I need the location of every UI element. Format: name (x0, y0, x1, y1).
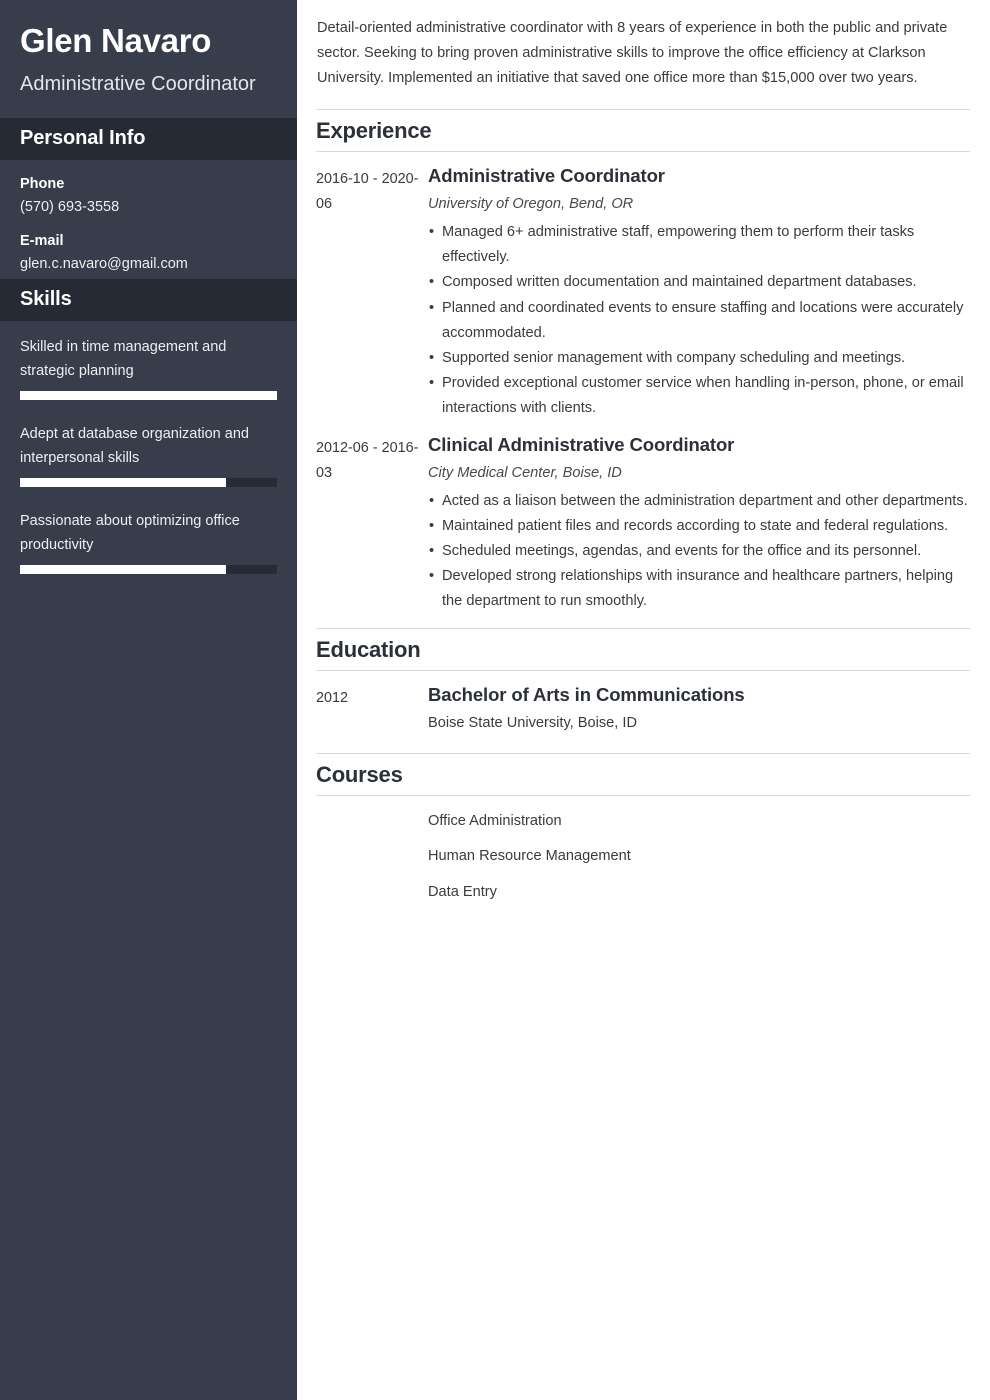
entry-bullets: Acted as a liaison between the administr… (428, 489, 970, 614)
contact-value-phone[interactable]: (570) 693-3558 (20, 198, 277, 218)
skill-label: Skilled in time management and strategic… (20, 338, 227, 379)
entry-dates: 2016-10 - 2020-06 (316, 171, 419, 213)
bullet-item: Developed strong relationships with insu… (428, 564, 970, 614)
skill-level-track (20, 565, 277, 575)
skill-level-track (20, 477, 277, 487)
skill-level-fill (20, 565, 226, 575)
entry-title: Clinical Administrative Coordinator (428, 433, 735, 455)
entry-dates: 2012-06 - 2016-03 (316, 439, 419, 481)
entry-title: Administrative Coordinator (428, 165, 665, 187)
bullet-item: Supported senior management with company… (428, 346, 970, 371)
candidate-name: Glen Navaro (20, 22, 212, 59)
course-name: Office Administration (428, 813, 562, 830)
experience-entry: 2016-10 - 2020-06 Administrative Coordin… (316, 164, 970, 421)
section-experience: Experience 2016-10 - 2020-06 Administrat… (316, 109, 970, 614)
skill-item: Passionate about optimizing office produ… (20, 509, 277, 575)
bullet-item: Acted as a liaison between the administr… (428, 489, 970, 514)
bullet-item: Composed written documentation and maint… (428, 270, 970, 295)
education-entry: 2012 Bachelor of Arts in Communications … (316, 683, 970, 739)
section-education: Education 2012 Bachelor of Arts in Commu… (316, 628, 970, 739)
section-title-courses: Courses (316, 762, 403, 788)
skills-body: Skilled in time management and strategic… (0, 321, 297, 578)
course-row: Data Entry (316, 880, 970, 905)
bullet-item: Scheduled meetings, agendas, and events … (428, 539, 970, 564)
experience-entry: 2012-06 - 2016-03 Clinical Administrativ… (316, 433, 970, 614)
entry-degree: Bachelor of Arts in Communications (428, 684, 745, 706)
skill-label: Adept at database organization and inter… (20, 425, 249, 466)
entry-company: City Medical Center, Boise, ID (428, 465, 622, 482)
contact-value-email[interactable]: glen.c.navaro@gmail.com (20, 255, 277, 275)
skill-level-fill (20, 477, 226, 487)
main-content: Detail-oriented administrative coordinat… (297, 0, 990, 1400)
course-row: Office Administration (316, 809, 970, 834)
bullet-item: Planned and coordinated events to ensure… (428, 296, 970, 346)
course-name: Data Entry (428, 883, 497, 900)
entry-company: University of Oregon, Bend, OR (428, 196, 634, 213)
contact-field-email: E-mail glen.c.navaro@gmail.com (20, 233, 277, 275)
sidebar: Glen Navaro Administrative Coordinator P… (0, 0, 297, 1400)
skill-item: Adept at database organization and inter… (20, 422, 277, 487)
entry-body: Clinical Administrative Coordinator City… (428, 433, 970, 614)
entry-dates: 2012 (316, 690, 349, 707)
course-name: Human Resource Management (428, 848, 631, 865)
bullet-item: Provided exceptional customer service wh… (428, 371, 970, 421)
section-title-experience: Experience (316, 118, 432, 144)
skills-heading: Skills (0, 278, 297, 321)
entry-bullets: Managed 6+ administrative staff, empower… (428, 220, 970, 421)
candidate-job-title: Administrative Coordinator (20, 72, 256, 95)
skill-level-fill (20, 390, 277, 400)
resume-page: Glen Navaro Administrative Coordinator P… (0, 0, 990, 1400)
education-entries: 2012 Bachelor of Arts in Communications … (316, 671, 970, 739)
sidebar-header: Glen Navaro Administrative Coordinator (0, 0, 297, 118)
personal-info-body: Phone (570) 693-3558 E-mail glen.c.navar… (0, 160, 297, 279)
course-row: Human Resource Management (316, 844, 970, 869)
entry-school: Boise State University, Boise, ID (428, 715, 637, 732)
experience-entries: 2016-10 - 2020-06 Administrative Coordin… (316, 152, 970, 614)
professional-summary: Detail-oriented administrative coordinat… (317, 20, 948, 87)
courses-list: Office Administration Human Resource Man… (316, 796, 970, 904)
bullet-item: Managed 6+ administrative staff, empower… (428, 220, 970, 270)
contact-label: Phone (20, 175, 65, 192)
contact-label: E-mail (20, 233, 64, 250)
skill-level-track (20, 390, 277, 400)
section-title-education: Education (316, 637, 421, 663)
skill-label: Passionate about optimizing office produ… (20, 512, 240, 553)
skill-item: Skilled in time management and strategic… (20, 335, 277, 400)
entry-body: Bachelor of Arts in Communications Boise… (428, 683, 970, 739)
contact-field-phone: Phone (570) 693-3558 (20, 176, 277, 218)
entry-body: Administrative Coordinator University of… (428, 164, 970, 421)
personal-info-heading: Personal Info (0, 117, 297, 160)
bullet-item: Maintained patient files and records acc… (428, 514, 970, 539)
section-courses: Courses Office Administration Human Reso… (316, 753, 970, 904)
